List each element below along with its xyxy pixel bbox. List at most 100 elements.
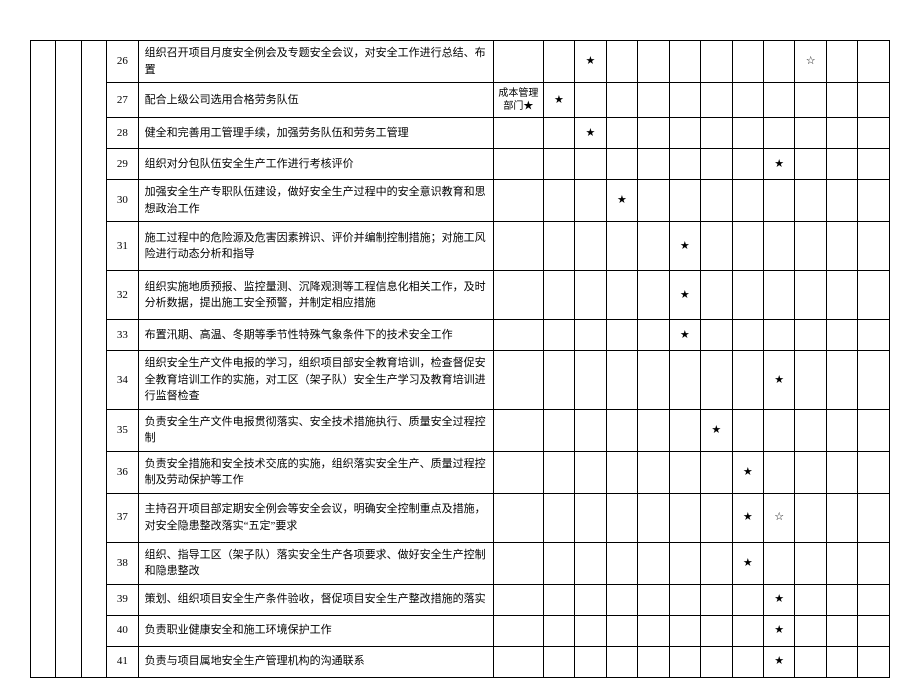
row-number: 27 — [107, 83, 138, 118]
mark-cell — [795, 409, 826, 451]
mark-cell — [638, 41, 669, 83]
mark-cell — [543, 118, 574, 149]
responsibility-table: 26组织召开项目月度安全例会及专题安全会议，对安全工作进行总结、布置★☆27配合… — [30, 40, 890, 678]
filled-star-icon: ★ — [606, 180, 637, 222]
mark-cell — [638, 584, 669, 615]
extra-label-cell: 成本管理部门★ — [493, 83, 543, 118]
mark-cell — [606, 451, 637, 493]
mark-cell — [606, 222, 637, 271]
mark-cell — [795, 584, 826, 615]
mark-cell — [638, 271, 669, 320]
row-description: 负责安全措施和安全技术交底的实施，组织落实安全生产、质量过程控制及劳动保护等工作 — [138, 451, 493, 493]
mark-cell — [764, 222, 795, 271]
mark-cell — [795, 542, 826, 584]
mark-cell — [732, 351, 763, 410]
table-row: 30加强安全生产专职队伍建设，做好安全生产过程中的安全意识教育和思想政治工作 ★ — [31, 180, 890, 222]
mark-cell — [669, 118, 700, 149]
mark-cell — [543, 542, 574, 584]
mark-cell — [575, 351, 606, 410]
mark-cell — [826, 222, 857, 271]
mark-cell — [795, 320, 826, 351]
mark-cell — [701, 542, 732, 584]
mark-cell — [858, 493, 890, 542]
leading-blank — [56, 41, 81, 678]
mark-cell — [669, 83, 700, 118]
mark-cell — [543, 180, 574, 222]
row-number: 32 — [107, 271, 138, 320]
mark-cell — [795, 615, 826, 646]
row-description: 加强安全生产专职队伍建设，做好安全生产过程中的安全意识教育和思想政治工作 — [138, 180, 493, 222]
mark-cell — [732, 41, 763, 83]
mark-cell — [543, 222, 574, 271]
mark-cell — [669, 542, 700, 584]
extra-label-cell — [493, 271, 543, 320]
mark-cell — [795, 351, 826, 410]
mark-cell — [543, 451, 574, 493]
table-row: 39策划、组织项目安全生产条件验收，督促项目安全生产整改措施的落实★ — [31, 584, 890, 615]
mark-cell — [606, 320, 637, 351]
mark-cell — [701, 451, 732, 493]
mark-cell — [638, 83, 669, 118]
row-description: 组织安全生产文件电报的学习，组织项目部安全教育培训，检查督促安全教育培训工作的实… — [138, 351, 493, 410]
mark-cell — [795, 83, 826, 118]
mark-cell — [543, 320, 574, 351]
mark-cell — [543, 409, 574, 451]
mark-cell — [858, 615, 890, 646]
mark-cell — [669, 180, 700, 222]
mark-cell — [575, 222, 606, 271]
row-description: 健全和完善用工管理手续，加强劳务队伍和劳务工管理 — [138, 118, 493, 149]
table-row: 27配合上级公司选用合格劳务队伍成本管理部门★★ — [31, 83, 890, 118]
mark-cell — [858, 83, 890, 118]
filled-star-icon: ★ — [701, 409, 732, 451]
mark-cell — [606, 149, 637, 180]
mark-cell — [701, 149, 732, 180]
extra-label-cell — [493, 451, 543, 493]
mark-cell — [606, 351, 637, 410]
mark-cell — [858, 542, 890, 584]
mark-cell — [669, 409, 700, 451]
table-row: 31施工过程中的危险源及危害因素辨识、评价并编制控制措施；对施工风险进行动态分析… — [31, 222, 890, 271]
mark-cell — [826, 451, 857, 493]
mark-cell — [606, 271, 637, 320]
mark-cell — [732, 320, 763, 351]
filled-star-icon: ★ — [669, 320, 700, 351]
mark-cell — [701, 222, 732, 271]
mark-cell — [826, 271, 857, 320]
mark-cell — [543, 41, 574, 83]
mark-cell — [732, 409, 763, 451]
mark-cell — [638, 493, 669, 542]
mark-cell — [826, 351, 857, 410]
mark-cell — [826, 542, 857, 584]
mark-cell — [858, 584, 890, 615]
table-row: 28健全和完善用工管理手续，加强劳务队伍和劳务工管理★ — [31, 118, 890, 149]
row-number: 39 — [107, 584, 138, 615]
mark-cell — [701, 615, 732, 646]
mark-cell — [543, 271, 574, 320]
row-description: 组织对分包队伍安全生产工作进行考核评价 — [138, 149, 493, 180]
mark-cell — [858, 180, 890, 222]
mark-cell — [764, 41, 795, 83]
mark-cell — [826, 493, 857, 542]
row-number: 30 — [107, 180, 138, 222]
mark-cell — [764, 180, 795, 222]
mark-cell — [606, 118, 637, 149]
row-description: 组织、指导工区（架子队）落实安全生产各项要求、做好安全生产控制和隐患整改 — [138, 542, 493, 584]
mark-cell — [764, 83, 795, 118]
mark-cell — [764, 271, 795, 320]
extra-label-cell — [493, 409, 543, 451]
table-row: 26组织召开项目月度安全例会及专题安全会议，对安全工作进行总结、布置★☆ — [31, 41, 890, 83]
mark-cell — [575, 451, 606, 493]
mark-cell — [638, 320, 669, 351]
table-row: 33布置汛期、高温、冬期等季节性特殊气象条件下的技术安全工作★ — [31, 320, 890, 351]
mark-cell — [826, 118, 857, 149]
mark-cell — [543, 584, 574, 615]
filled-star-icon: ★ — [764, 584, 795, 615]
mark-cell — [543, 149, 574, 180]
filled-star-icon: ★ — [575, 41, 606, 83]
mark-cell — [826, 83, 857, 118]
mark-cell — [701, 351, 732, 410]
row-number: 36 — [107, 451, 138, 493]
mark-cell — [543, 351, 574, 410]
mark-cell — [575, 542, 606, 584]
mark-cell — [638, 222, 669, 271]
